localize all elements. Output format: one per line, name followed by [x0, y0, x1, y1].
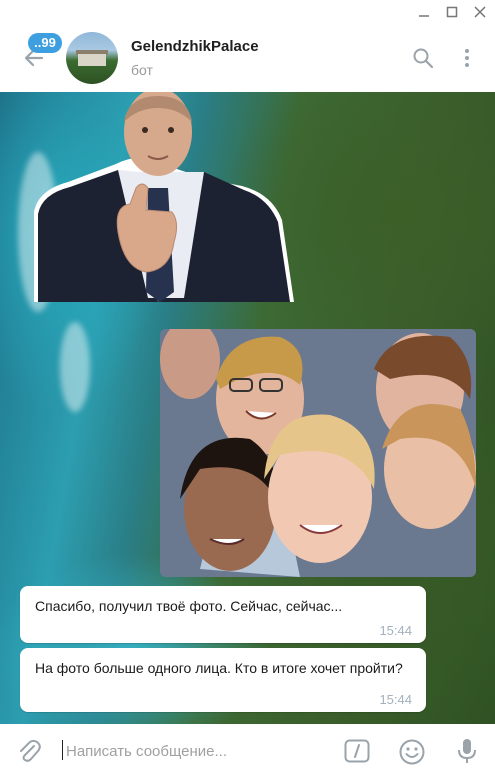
group-selfie-photo[interactable]: [160, 329, 476, 577]
text-caret: [62, 740, 63, 760]
wave-foam: [60, 322, 90, 412]
search-icon[interactable]: [411, 46, 435, 70]
bot-command-icon[interactable]: [344, 739, 370, 763]
emoji-icon[interactable]: [398, 738, 426, 766]
message-time: 15:44: [379, 623, 412, 638]
avatar[interactable]: [66, 32, 118, 84]
chat-title[interactable]: GelendzhikPalace: [131, 38, 259, 55]
paperclip-icon[interactable]: [16, 738, 42, 764]
avatar-building: [78, 54, 106, 66]
microphone-icon[interactable]: [455, 737, 479, 765]
message-composer: [0, 724, 495, 776]
unread-badge: ..99: [28, 33, 62, 53]
message-input[interactable]: [66, 741, 326, 761]
message-text: На фото больше одного лица. Кто в итоге …: [35, 660, 403, 676]
message-time: 15:44: [379, 692, 412, 707]
chat-subtitle: бот: [131, 62, 153, 78]
message-bubble[interactable]: Спасибо, получил твоё фото. Сейчас, сейч…: [20, 586, 426, 643]
thumbs-up-sticker[interactable]: [28, 92, 296, 302]
more-vertical-icon[interactable]: [455, 46, 479, 70]
window-titlebar: [0, 0, 495, 24]
minimize-icon[interactable]: [410, 0, 438, 24]
maximize-icon[interactable]: [438, 0, 466, 24]
chat-header: ..99 GelendzhikPalace бот: [0, 24, 495, 93]
message-text: Спасибо, получил твоё фото. Сейчас, сейч…: [35, 598, 343, 614]
close-icon[interactable]: [466, 0, 494, 24]
message-bubble[interactable]: На фото больше одного лица. Кто в итоге …: [20, 648, 426, 712]
chat-area[interactable]: Спасибо, получил твоё фото. Сейчас, сейч…: [0, 92, 495, 724]
